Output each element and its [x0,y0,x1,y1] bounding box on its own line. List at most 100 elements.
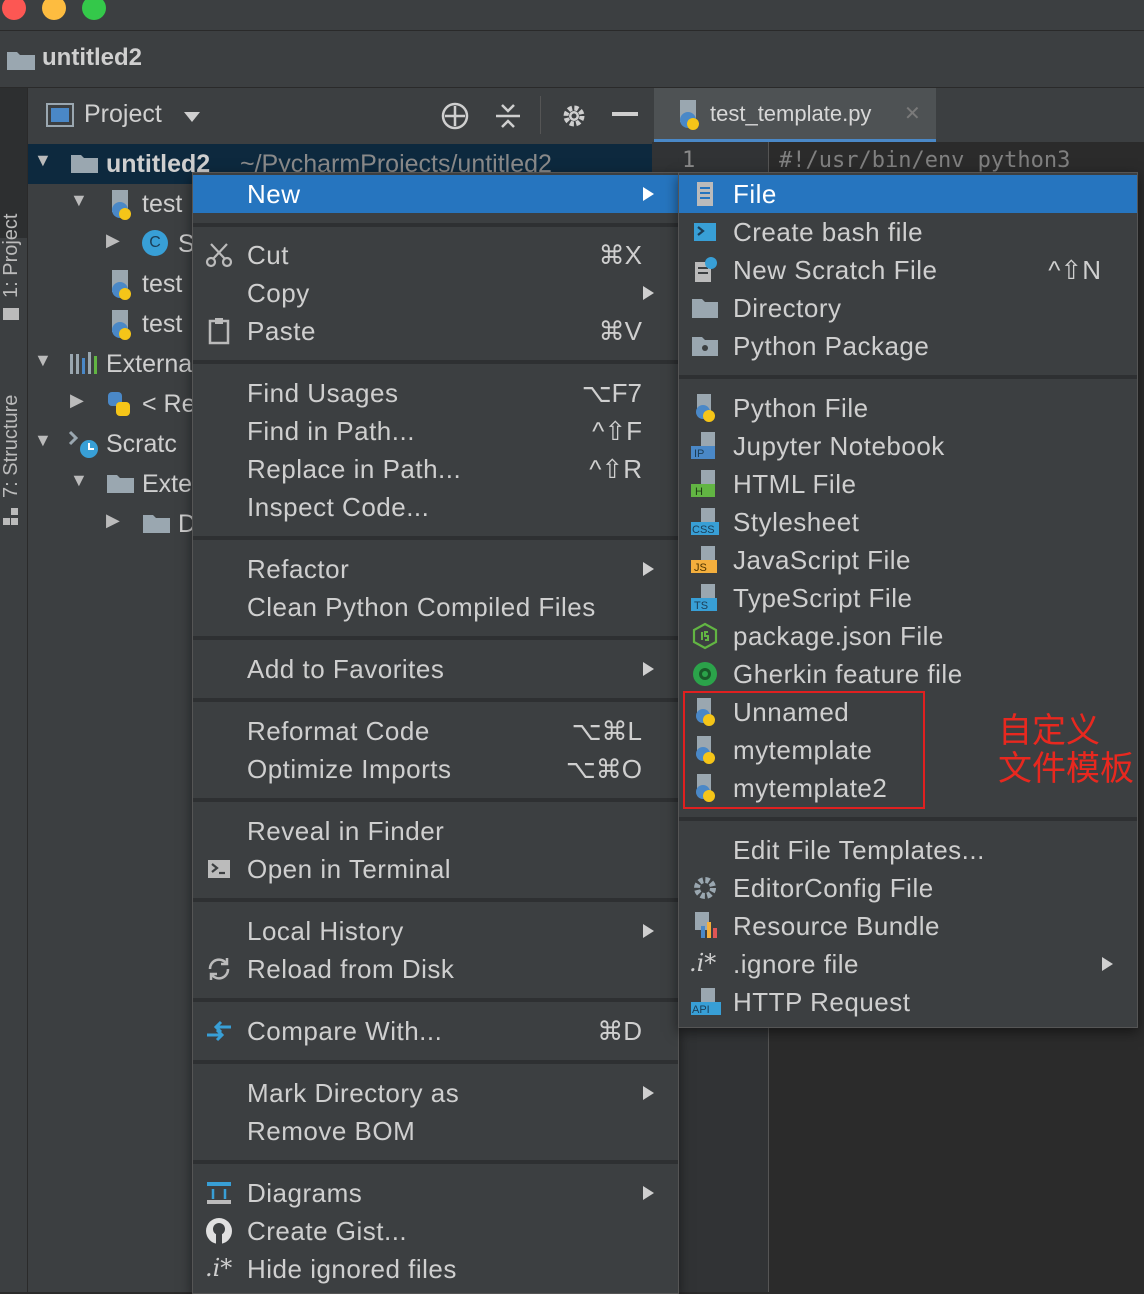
expand-arrow-icon[interactable]: ▶ [106,230,120,251]
editor-tab-label: test_template.py [710,101,872,126]
menu-item-add-favorites[interactable]: Add to Favorites [193,650,678,688]
zoom-window-button[interactable] [82,0,106,20]
api-icon: API [691,988,721,1016]
gherkin-icon [693,662,717,686]
menu-item-ignore-file[interactable]: .i* .ignore file [679,945,1137,983]
python-file-icon [112,270,131,300]
menu-item-inspect-code[interactable]: Inspect Code... [193,488,678,526]
menu-item-paste[interactable]: Paste ⌘V [193,312,678,350]
submenu-arrow-icon [643,562,654,576]
expand-arrow-icon[interactable]: ▶ [106,510,120,531]
menu-item-new-scratch[interactable]: New Scratch File ^⇧N [679,251,1137,289]
structure-tool-icon [3,508,18,525]
custom-template-annotation: 自定义 文件模板 [998,712,1134,788]
tree-item-label: Exte [142,470,193,498]
project-view-selector[interactable]: Project [84,100,162,129]
annotation-line-2: 文件模板 [998,750,1134,788]
folder-icon [143,515,170,533]
menu-item-optimize-imports[interactable]: Optimize Imports ⌥⌘O [193,750,678,788]
minimize-panel-icon[interactable] [612,112,638,118]
menu-item-reveal-finder[interactable]: Reveal in Finder [193,812,678,850]
submenu-arrow-icon [643,1186,654,1200]
title-bar [0,0,1144,30]
menu-item-local-history[interactable]: Local History [193,912,678,950]
html-badge: H [695,486,703,498]
menu-item-clean-compiled[interactable]: Clean Python Compiled Files [193,588,678,626]
python-sdk-icon [108,392,130,416]
ignore-icon: .i* [205,1254,233,1282]
menu-item-replace-in-path[interactable]: Replace in Path... ^⇧R [193,450,678,488]
menu-item-edit-templates[interactable]: Edit File Templates... [679,831,1137,869]
submenu-arrow-icon [643,924,654,938]
navigation-bar: untitled2 [0,30,1144,88]
menu-item-html-file[interactable]: H HTML File [679,465,1137,503]
chevron-down-icon[interactable] [184,112,200,122]
submenu-arrow-icon [643,1086,654,1100]
menu-item-jupyter[interactable]: IP Jupyter Notebook [679,427,1137,465]
minimize-window-button[interactable] [42,0,66,20]
menu-item-directory[interactable]: Directory [679,289,1137,327]
class-icon: C [142,230,168,256]
nodejs-icon [692,622,718,650]
menu-item-remove-bom[interactable]: Remove BOM [193,1112,678,1150]
menu-item-reload-disk[interactable]: Reload from Disk [193,950,678,988]
menu-item-find-usages[interactable]: Find Usages ⌥F7 [193,374,678,412]
jupyter-icon: IP [691,432,715,460]
menu-item-diagrams[interactable]: Diagrams [193,1174,678,1212]
structure-tool-tab[interactable]: 7: Structure [0,395,23,498]
folder-icon [7,52,35,70]
tree-item-label: Externa [106,350,193,378]
close-tab-icon[interactable]: ✕ [904,101,921,126]
locate-icon[interactable] [440,101,470,131]
annotation-line-1: 自定义 [998,712,1100,750]
resource-bundle-icon [695,912,717,938]
expand-arrow-icon[interactable]: ▼ [34,350,52,371]
editor-tab[interactable]: test_template.py ✕ [654,88,936,142]
menu-item-package-json[interactable]: package.json File [679,617,1137,655]
ignore-icon: .i* [689,949,717,977]
expand-arrow-icon[interactable]: ▶ [70,390,84,411]
submenu-arrow-icon [1102,957,1113,971]
menu-item-http-request[interactable]: API HTTP Request [679,983,1137,1021]
menu-item-gherkin[interactable]: Gherkin feature file [679,655,1137,693]
close-window-button[interactable] [2,0,26,20]
menu-item-stylesheet[interactable]: CSS Stylesheet [679,503,1137,541]
menu-item-typescript[interactable]: TS TypeScript File [679,579,1137,617]
project-tool-tab[interactable]: 1: Project [0,214,23,298]
breadcrumb-project[interactable]: untitled2 [42,44,142,72]
collapse-all-icon[interactable] [494,101,522,131]
menu-item-copy[interactable]: Copy [193,274,678,312]
menu-item-new[interactable]: New [193,175,678,213]
menu-item-create-bash[interactable]: Create bash file [679,213,1137,251]
menu-item-create-gist[interactable]: Create Gist... [193,1212,678,1250]
menu-item-find-in-path[interactable]: Find in Path... ^⇧F [193,412,678,450]
tree-item-label: test [142,190,183,218]
menu-item-refactor[interactable]: Refactor [193,550,678,588]
gear-icon[interactable] [559,101,589,131]
menu-item-python-package[interactable]: Python Package [679,327,1137,365]
expand-arrow-icon[interactable]: ▼ [70,470,88,491]
menu-item-cut[interactable]: Cut ⌘X [193,236,678,274]
scissors-icon [205,243,233,268]
menu-item-editorconfig[interactable]: EditorConfig File [679,869,1137,907]
menu-item-mark-directory[interactable]: Mark Directory as [193,1074,678,1112]
menu-item-reformat-code[interactable]: Reformat Code ⌥⌘L [193,712,678,750]
tool-window-stripe: 1: Project 7: Structure [0,88,28,1292]
expand-arrow-icon[interactable]: ▼ [70,190,88,211]
tree-item-label: test [142,310,183,338]
menu-item-file[interactable]: File [679,175,1137,213]
menu-item-python-file[interactable]: Python File [679,389,1137,427]
folder-icon [692,299,718,318]
menu-item-open-terminal[interactable]: Open in Terminal [193,850,678,888]
html-icon: H [691,470,715,498]
menu-item-compare-with[interactable]: Compare With... ⌘D [193,1012,678,1050]
line-number: 1 [682,148,696,173]
gear-icon [694,877,716,899]
context-menu: New Cut ⌘X Copy Paste ⌘V Find Usages ⌥F7 Fi… [192,172,679,1294]
menu-item-hide-ignored[interactable]: .i* Hide ignored files [193,1250,678,1288]
expand-arrow-icon[interactable]: ▼ [34,150,52,171]
menu-item-javascript[interactable]: JS JavaScript File [679,541,1137,579]
menu-item-resource-bundle[interactable]: Resource Bundle [679,907,1137,945]
expand-arrow-icon[interactable]: ▼ [34,430,52,451]
folder-icon [71,155,98,173]
